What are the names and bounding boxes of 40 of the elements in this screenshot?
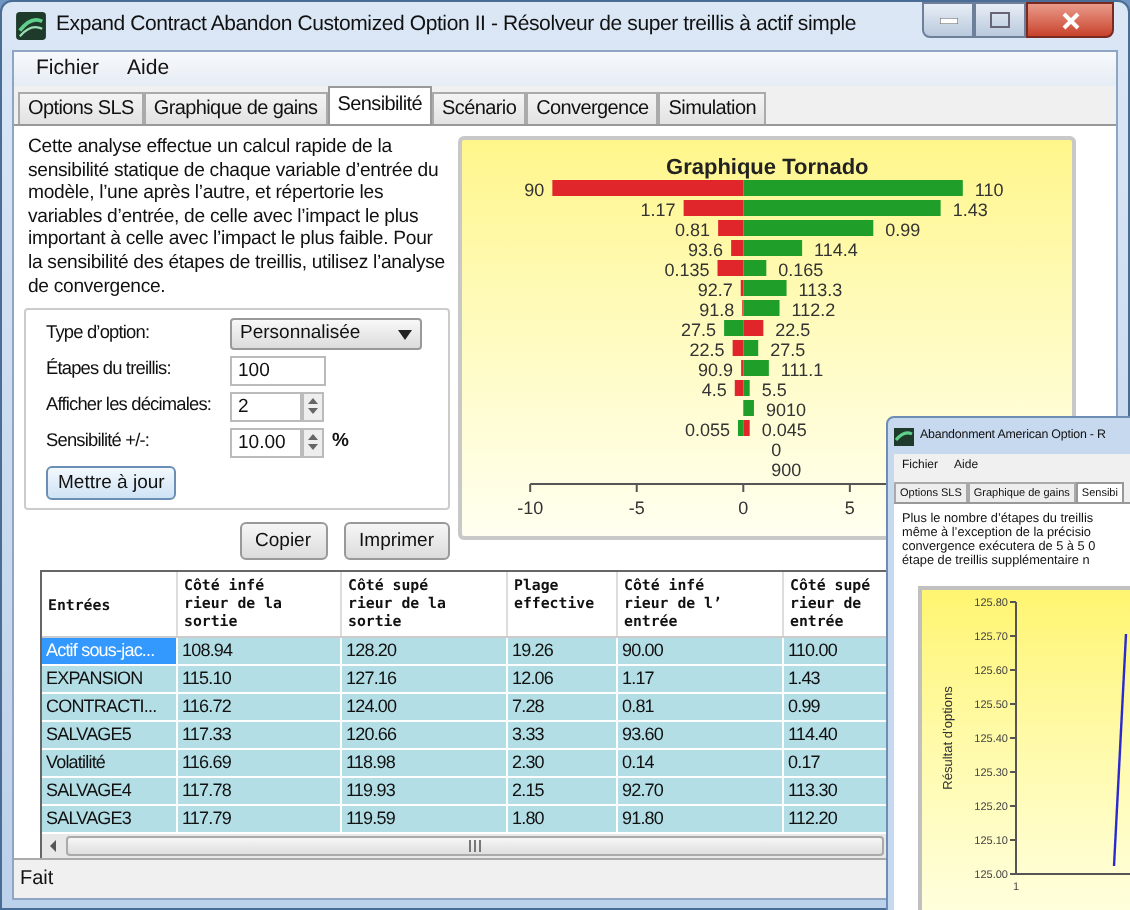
status-text: Fait — [20, 866, 54, 894]
bar-label: 4.5 — [701, 380, 727, 400]
axis-tick-label: -10 — [517, 498, 544, 518]
bar-label: 9010 — [765, 400, 806, 420]
bar-label: 113.3 — [798, 280, 843, 300]
bar-label: 114.4 — [814, 240, 858, 260]
bar-label: 1.17 — [640, 200, 676, 220]
field-label: Type d’option: — [46, 320, 152, 347]
bar-label: 0.135 — [664, 260, 710, 280]
bar-label: 0.165 — [778, 260, 824, 280]
bar-label: 110 — [974, 180, 1004, 200]
bar-label: 91.8 — [699, 300, 735, 320]
field-label: Étapes du treillis: — [46, 356, 173, 383]
bar-label: 0.81 — [675, 220, 711, 240]
bar-label: 1.43 — [952, 200, 988, 220]
bar-label: 22.5 — [775, 320, 811, 340]
description-text: Cette analyse effectue un calcul rapide de la sensibilité statique de chaque variable d’entrée du modèle, l’une après l’autre, et répertorie les variables d’entrée, de celle avec l’impact le plus important à celle avec l’impact le plus faible. Pour la sensibilité des étapes de treillis, utilisez l’analyse de convergence. — [26, 136, 447, 299]
axis-tick-label: 0 — [738, 498, 749, 518]
unit-label: % — [332, 428, 349, 457]
bar-label: 93.6 — [688, 240, 724, 260]
bar-label: 112.2 — [791, 300, 836, 320]
bar-label: 27.5 — [681, 320, 717, 340]
bar-label: 90 — [524, 180, 545, 200]
bar-label: 27.5 — [770, 340, 806, 360]
chart-title: Graphique Tornado — [666, 156, 869, 180]
bar-label: 5.5 — [761, 380, 787, 400]
field-label: Afficher les décimales: — [46, 392, 214, 419]
bar-label: 90.9 — [698, 360, 734, 380]
bar-label: 92.7 — [697, 280, 733, 300]
bar-label: 0.045 — [761, 420, 807, 440]
field-label: Sensibilité +/-: — [46, 428, 152, 455]
bar-label: 22.5 — [689, 340, 725, 360]
bar-label: 0.055 — [684, 420, 730, 440]
bar-label: 111.1 — [780, 360, 824, 380]
window-title: Expand Contract Abandon Customized Option II - Résolveur de super treillis à actif simple — [56, 10, 859, 41]
axis-tick-label: -5 — [628, 498, 645, 518]
bar-label: 900 — [771, 460, 802, 480]
axis-tick-label: 5 — [844, 498, 855, 518]
bar-label: 0 — [771, 440, 782, 460]
bar-label: 0.99 — [885, 220, 921, 240]
